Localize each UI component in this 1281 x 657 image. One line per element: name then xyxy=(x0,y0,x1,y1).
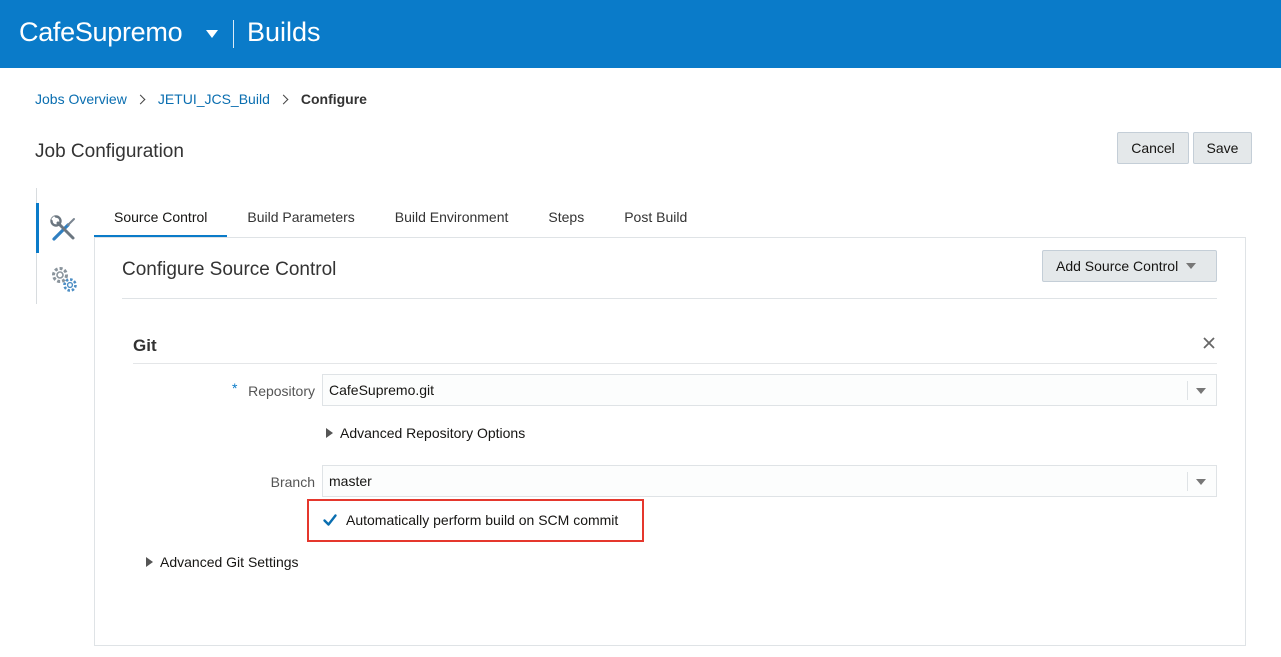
page-title: Job Configuration xyxy=(35,141,184,162)
add-source-control-button[interactable]: Add Source Control xyxy=(1042,250,1217,282)
tab-steps[interactable]: Steps xyxy=(528,196,604,238)
tab-build-parameters[interactable]: Build Parameters xyxy=(227,196,374,238)
required-marker: * xyxy=(232,380,238,396)
add-source-control-label: Add Source Control xyxy=(1056,258,1179,274)
chevron-down-icon xyxy=(1196,479,1206,485)
chevron-down-icon xyxy=(1186,263,1197,269)
divider xyxy=(133,363,1217,364)
section-title: Builds xyxy=(247,17,321,47)
advanced-git-settings-toggle[interactable]: Advanced Git Settings xyxy=(146,554,299,570)
tools-icon[interactable] xyxy=(48,213,80,245)
cancel-button[interactable]: Cancel xyxy=(1117,132,1189,164)
breadcrumb-chevron-icon xyxy=(135,94,146,104)
project-name[interactable]: CafeSupremo xyxy=(19,17,183,48)
project-dropdown-caret-icon[interactable] xyxy=(206,30,218,38)
auto-build-checkbox-row[interactable]: Automatically perform build on SCM commi… xyxy=(322,512,618,528)
side-nav-active-indicator xyxy=(36,203,39,253)
divider xyxy=(122,298,1217,299)
chevron-down-icon xyxy=(1196,388,1206,394)
select-divider xyxy=(1187,381,1188,400)
repository-select[interactable]: CafeSupremo.git xyxy=(322,374,1217,406)
branch-value: master xyxy=(329,473,372,489)
disclosure-triangle-icon xyxy=(146,557,153,567)
save-button[interactable]: Save xyxy=(1193,132,1252,164)
breadcrumb-current: Configure xyxy=(300,91,367,107)
auto-build-checkbox[interactable] xyxy=(322,512,338,528)
panel-title: Configure Source Control xyxy=(122,259,337,280)
tab-source-control[interactable]: Source Control xyxy=(94,196,228,238)
app-header: CafeSupremo Builds xyxy=(0,0,1281,68)
disclosure-triangle-icon xyxy=(326,428,333,438)
repository-value: CafeSupremo.git xyxy=(329,382,435,398)
git-section-title: Git xyxy=(133,336,157,355)
gears-icon[interactable] xyxy=(48,263,80,295)
auto-build-label: Automatically perform build on SCM commi… xyxy=(346,512,619,528)
header-divider xyxy=(233,20,234,48)
remove-git-icon[interactable] xyxy=(1200,334,1218,352)
repository-label: Repository xyxy=(248,383,315,399)
advanced-repository-options-label: Advanced Repository Options xyxy=(340,425,526,441)
breadcrumb-job[interactable]: JETUI_JCS_Build xyxy=(158,91,270,107)
breadcrumb-jobs-overview[interactable]: Jobs Overview xyxy=(35,91,127,107)
branch-label: Branch xyxy=(270,474,315,490)
breadcrumb: Jobs Overview JETUI_JCS_Build Configure xyxy=(35,91,367,107)
advanced-repository-options-toggle[interactable]: Advanced Repository Options xyxy=(326,425,525,441)
tab-post-build[interactable]: Post Build xyxy=(604,196,707,238)
breadcrumb-chevron-icon xyxy=(278,94,289,104)
config-tabs: Source Control Build Parameters Build En… xyxy=(94,196,707,238)
branch-select[interactable]: master xyxy=(322,465,1217,497)
advanced-git-settings-label: Advanced Git Settings xyxy=(160,554,299,570)
tab-build-environment[interactable]: Build Environment xyxy=(375,196,529,238)
select-divider xyxy=(1187,472,1188,491)
